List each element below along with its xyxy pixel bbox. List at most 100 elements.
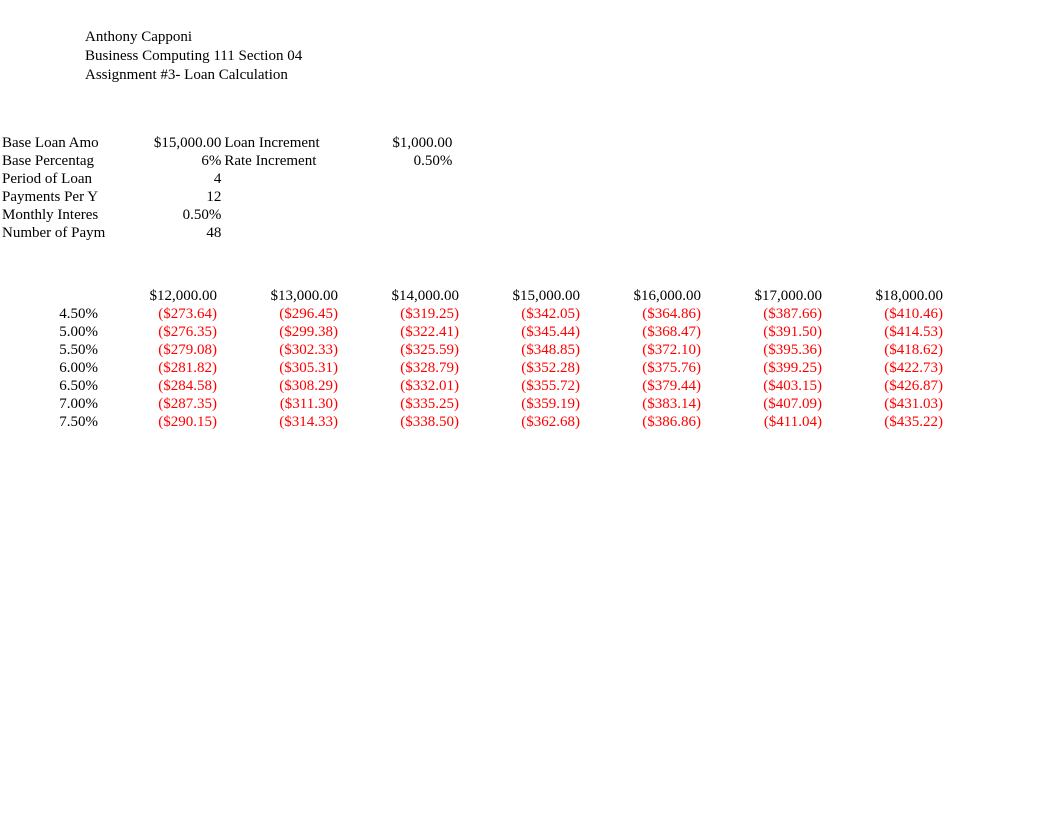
table-row: 7.50%($290.15)($314.33)($338.50)($362.68… [2,413,947,431]
payment-cell: ($362.68) [463,413,584,431]
payment-cell: ($332.01) [342,377,463,395]
monthly-interest-label: Monthly Interes [2,206,105,224]
loan-amount-header: $13,000.00 [221,287,342,305]
payment-cell: ($399.25) [705,359,826,377]
monthly-interest-value: 0.50% [105,206,224,224]
payment-cell: ($395.36) [705,341,826,359]
loan-amount-header: $16,000.00 [584,287,705,305]
payment-cell: ($302.33) [221,341,342,359]
payment-cell: ($308.29) [221,377,342,395]
table-row: 5.50%($279.08)($302.33)($325.59)($348.85… [2,341,947,359]
payment-cell: ($379.44) [584,377,705,395]
base-pct-value: 6% [105,152,224,170]
rate-label: 7.50% [2,413,100,431]
payment-cell: ($281.82) [100,359,221,377]
payment-cell: ($299.38) [221,323,342,341]
param-row: Number of Paym 48 [2,224,456,242]
payment-cell: ($287.35) [100,395,221,413]
payment-cell: ($426.87) [826,377,947,395]
num-payments-label: Number of Paym [2,224,105,242]
rate-label: 6.50% [2,377,100,395]
payment-cell: ($345.44) [463,323,584,341]
payment-cell: ($387.66) [705,305,826,323]
num-payments-value: 48 [105,224,224,242]
rate-increment-value: 0.50% [334,152,456,170]
header-course: Business Computing 111 Section 04 [85,47,1062,66]
loan-increment-value: $1,000.00 [334,134,456,152]
payment-cell: ($342.05) [463,305,584,323]
params-table: Base Loan Amo $15,000.00 Loan Increment … [2,134,456,242]
payment-cell: ($348.85) [463,341,584,359]
loan-amount-header: $12,000.00 [100,287,221,305]
payment-cell: ($391.50) [705,323,826,341]
document-header: Anthony Capponi Business Computing 111 S… [85,28,1062,84]
payment-cell: ($364.86) [584,305,705,323]
payment-cell: ($368.47) [584,323,705,341]
payment-cell: ($328.79) [342,359,463,377]
payment-cell: ($322.41) [342,323,463,341]
table-row: 4.50%($273.64)($296.45)($319.25)($342.05… [2,305,947,323]
payment-cell: ($386.86) [584,413,705,431]
payment-cell: ($314.33) [221,413,342,431]
param-row: Base Percentag 6% Rate Increment 0.50% [2,152,456,170]
rate-label: 5.00% [2,323,100,341]
base-pct-label: Base Percentag [2,152,105,170]
payment-cell: ($290.15) [100,413,221,431]
payment-cell: ($410.46) [826,305,947,323]
payments-per-y-label: Payments Per Y [2,188,105,206]
table-header-row: $12,000.00$13,000.00$14,000.00$15,000.00… [2,287,947,305]
param-row: Monthly Interes 0.50% [2,206,456,224]
payment-cell: ($355.72) [463,377,584,395]
loan-increment-label: Loan Increment [224,134,334,152]
param-row: Payments Per Y 12 [2,188,456,206]
payment-cell: ($411.04) [705,413,826,431]
loan-amount-header: $14,000.00 [342,287,463,305]
rate-label: 4.50% [2,305,100,323]
payment-cell: ($383.14) [584,395,705,413]
table-row: 5.00%($276.35)($299.38)($322.41)($345.44… [2,323,947,341]
period-label: Period of Loan [2,170,105,188]
loan-amount-header: $17,000.00 [705,287,826,305]
base-loan-value: $15,000.00 [105,134,224,152]
param-row: Period of Loan 4 [2,170,456,188]
table-row: 7.00%($287.35)($311.30)($335.25)($359.19… [2,395,947,413]
payment-cell: ($276.35) [100,323,221,341]
payment-cell: ($414.53) [826,323,947,341]
header-assignment: Assignment #3- Loan Calculation [85,66,1062,85]
loan-parameters: Base Loan Amo $15,000.00 Loan Increment … [2,134,1062,242]
loan-amount-header: $18,000.00 [826,287,947,305]
param-row: Base Loan Amo $15,000.00 Loan Increment … [2,134,456,152]
payment-cell: ($403.15) [705,377,826,395]
rate-label: 5.50% [2,341,100,359]
header-name: Anthony Capponi [85,28,1062,47]
payment-data-table: $12,000.00$13,000.00$14,000.00$15,000.00… [2,287,947,431]
period-value: 4 [105,170,224,188]
payment-cell: ($325.59) [342,341,463,359]
payment-cell: ($431.03) [826,395,947,413]
rate-increment-label: Rate Increment [224,152,334,170]
payment-cell: ($407.09) [705,395,826,413]
payment-cell: ($296.45) [221,305,342,323]
payment-cell: ($359.19) [463,395,584,413]
payment-cell: ($311.30) [221,395,342,413]
payment-cell: ($335.25) [342,395,463,413]
payment-cell: ($418.62) [826,341,947,359]
payment-cell: ($273.64) [100,305,221,323]
rate-label: 7.00% [2,395,100,413]
table-row: 6.50%($284.58)($308.29)($332.01)($355.72… [2,377,947,395]
loan-amount-header: $15,000.00 [463,287,584,305]
blank-corner-cell [2,287,100,305]
payment-cell: ($305.31) [221,359,342,377]
payment-cell: ($422.73) [826,359,947,377]
payment-cell: ($435.22) [826,413,947,431]
payment-cell: ($375.76) [584,359,705,377]
payment-cell: ($284.58) [100,377,221,395]
payment-cell: ($279.08) [100,341,221,359]
base-loan-label: Base Loan Amo [2,134,105,152]
payment-cell: ($338.50) [342,413,463,431]
rate-label: 6.00% [2,359,100,377]
payment-cell: ($319.25) [342,305,463,323]
payment-cell: ($352.28) [463,359,584,377]
payment-cell: ($372.10) [584,341,705,359]
payment-data-table-area: $12,000.00$13,000.00$14,000.00$15,000.00… [2,287,1062,431]
